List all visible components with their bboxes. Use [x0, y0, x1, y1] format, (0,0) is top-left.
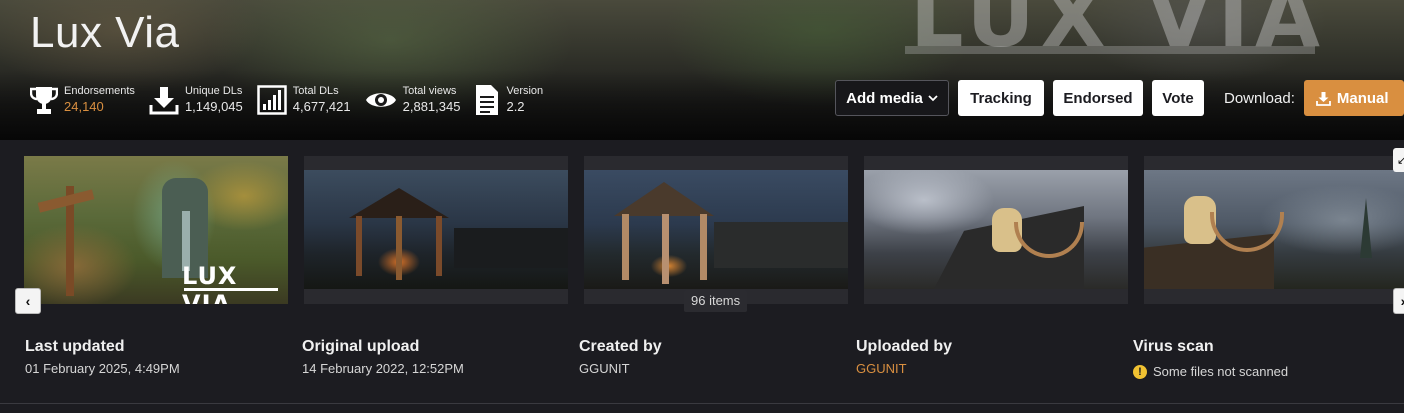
- banner-logo-text: LUX VIA: [910, 0, 1327, 66]
- meta-virus-scan: Virus scan ! Some files not scanned: [1133, 338, 1288, 380]
- meta-created-by-label: Created by: [579, 338, 662, 355]
- stat-endorsements-label: Endorsements: [64, 85, 135, 97]
- meta-created-by: Created by GGUNIT: [579, 338, 662, 377]
- meta-last-updated: Last updated 01 February 2025, 4:49PM: [25, 338, 180, 377]
- gallery-image[interactable]: [1144, 156, 1404, 304]
- expand-icon: ↙: [1397, 154, 1404, 167]
- gallery-image[interactable]: LUX VIA: [24, 156, 288, 304]
- mod-header-banner: LUX VIA Lux Via Endorsements 24,140 Uniq…: [0, 0, 1404, 140]
- meta-last-updated-value: 01 February 2025, 4:49PM: [25, 361, 180, 376]
- stat-endorsements: Endorsements 24,140: [30, 82, 135, 118]
- mod-actions: Add media Tracking Endorsed Vote Downloa…: [835, 80, 1404, 116]
- eye-icon: [365, 93, 396, 107]
- gallery-image-logo: LUX VIA: [182, 262, 238, 304]
- vote-button[interactable]: Vote: [1152, 80, 1204, 116]
- gallery-image[interactable]: [304, 156, 568, 304]
- stat-endorsements-value: 24,140: [64, 99, 104, 114]
- banner-logo-underline: [905, 46, 1315, 54]
- gallery-item-count: 96 items: [684, 290, 748, 312]
- meta-uploaded-by-label: Uploaded by: [856, 338, 953, 355]
- manual-download-label: Manual: [1336, 89, 1389, 107]
- stat-version-value: 2.2: [506, 99, 525, 114]
- chevron-right-icon: ›: [1401, 293, 1404, 309]
- stat-total-dls-value: 4,677,421: [292, 99, 351, 114]
- mod-title: Lux Via: [30, 8, 180, 57]
- gallery-next-button[interactable]: ›: [1393, 288, 1404, 314]
- uploader-link[interactable]: GGUNIT: [856, 361, 952, 377]
- stat-version: Version 2.2: [474, 82, 543, 118]
- tracking-button[interactable]: Tracking: [958, 80, 1044, 116]
- stat-unique-dls-value: 1,149,045: [184, 99, 243, 114]
- stat-total-views-value: 2,881,345: [402, 99, 461, 114]
- warning-icon: !: [1133, 365, 1147, 379]
- gallery-expand-button[interactable]: ↙: [1393, 148, 1404, 172]
- add-media-button[interactable]: Add media: [835, 80, 949, 116]
- stat-version-label: Version: [506, 85, 544, 97]
- mod-stats: Endorsements 24,140 Unique DLs 1,149,045: [30, 82, 557, 118]
- divider: [0, 403, 1404, 404]
- meta-created-by-value: GGUNIT: [579, 361, 630, 376]
- gallery-image[interactable]: [584, 156, 848, 304]
- stat-total-dls-label: Total DLs: [292, 85, 339, 97]
- download-icon: [149, 87, 179, 115]
- meta-original-upload-label: Original upload: [302, 338, 420, 355]
- endorsed-button[interactable]: Endorsed: [1053, 80, 1143, 116]
- stat-unique-dls-label: Unique DLs: [184, 85, 243, 97]
- download-label: Download:: [1224, 89, 1295, 107]
- gallery-image[interactable]: [864, 156, 1128, 304]
- trophy-icon: [30, 87, 58, 114]
- stat-unique-dls: Unique DLs 1,149,045: [149, 82, 243, 118]
- document-icon: [476, 85, 499, 115]
- meta-virus-scan-value: Some files not scanned: [1153, 364, 1289, 379]
- add-media-label: Add media: [846, 89, 923, 107]
- bar-chart-icon: [257, 85, 287, 115]
- manual-download-button[interactable]: Manual: [1303, 80, 1404, 116]
- meta-uploaded-by: Uploaded by GGUNIT: [856, 338, 952, 377]
- meta-last-updated-label: Last updated: [25, 338, 125, 355]
- meta-virus-scan-label: Virus scan: [1133, 338, 1214, 355]
- meta-original-upload: Original upload 14 February 2022, 12:52P…: [302, 338, 464, 377]
- stat-total-views: Total views 2,881,345: [365, 82, 461, 118]
- meta-original-upload-value: 14 February 2022, 12:52PM: [302, 361, 464, 376]
- stat-total-dls: Total DLs 4,677,421: [257, 82, 351, 118]
- gallery-prev-button[interactable]: ‹: [15, 288, 41, 314]
- chevron-left-icon: ‹: [25, 293, 31, 309]
- stat-total-views-label: Total views: [402, 85, 457, 97]
- download-icon: [1315, 91, 1331, 106]
- chevron-down-icon: [928, 95, 938, 102]
